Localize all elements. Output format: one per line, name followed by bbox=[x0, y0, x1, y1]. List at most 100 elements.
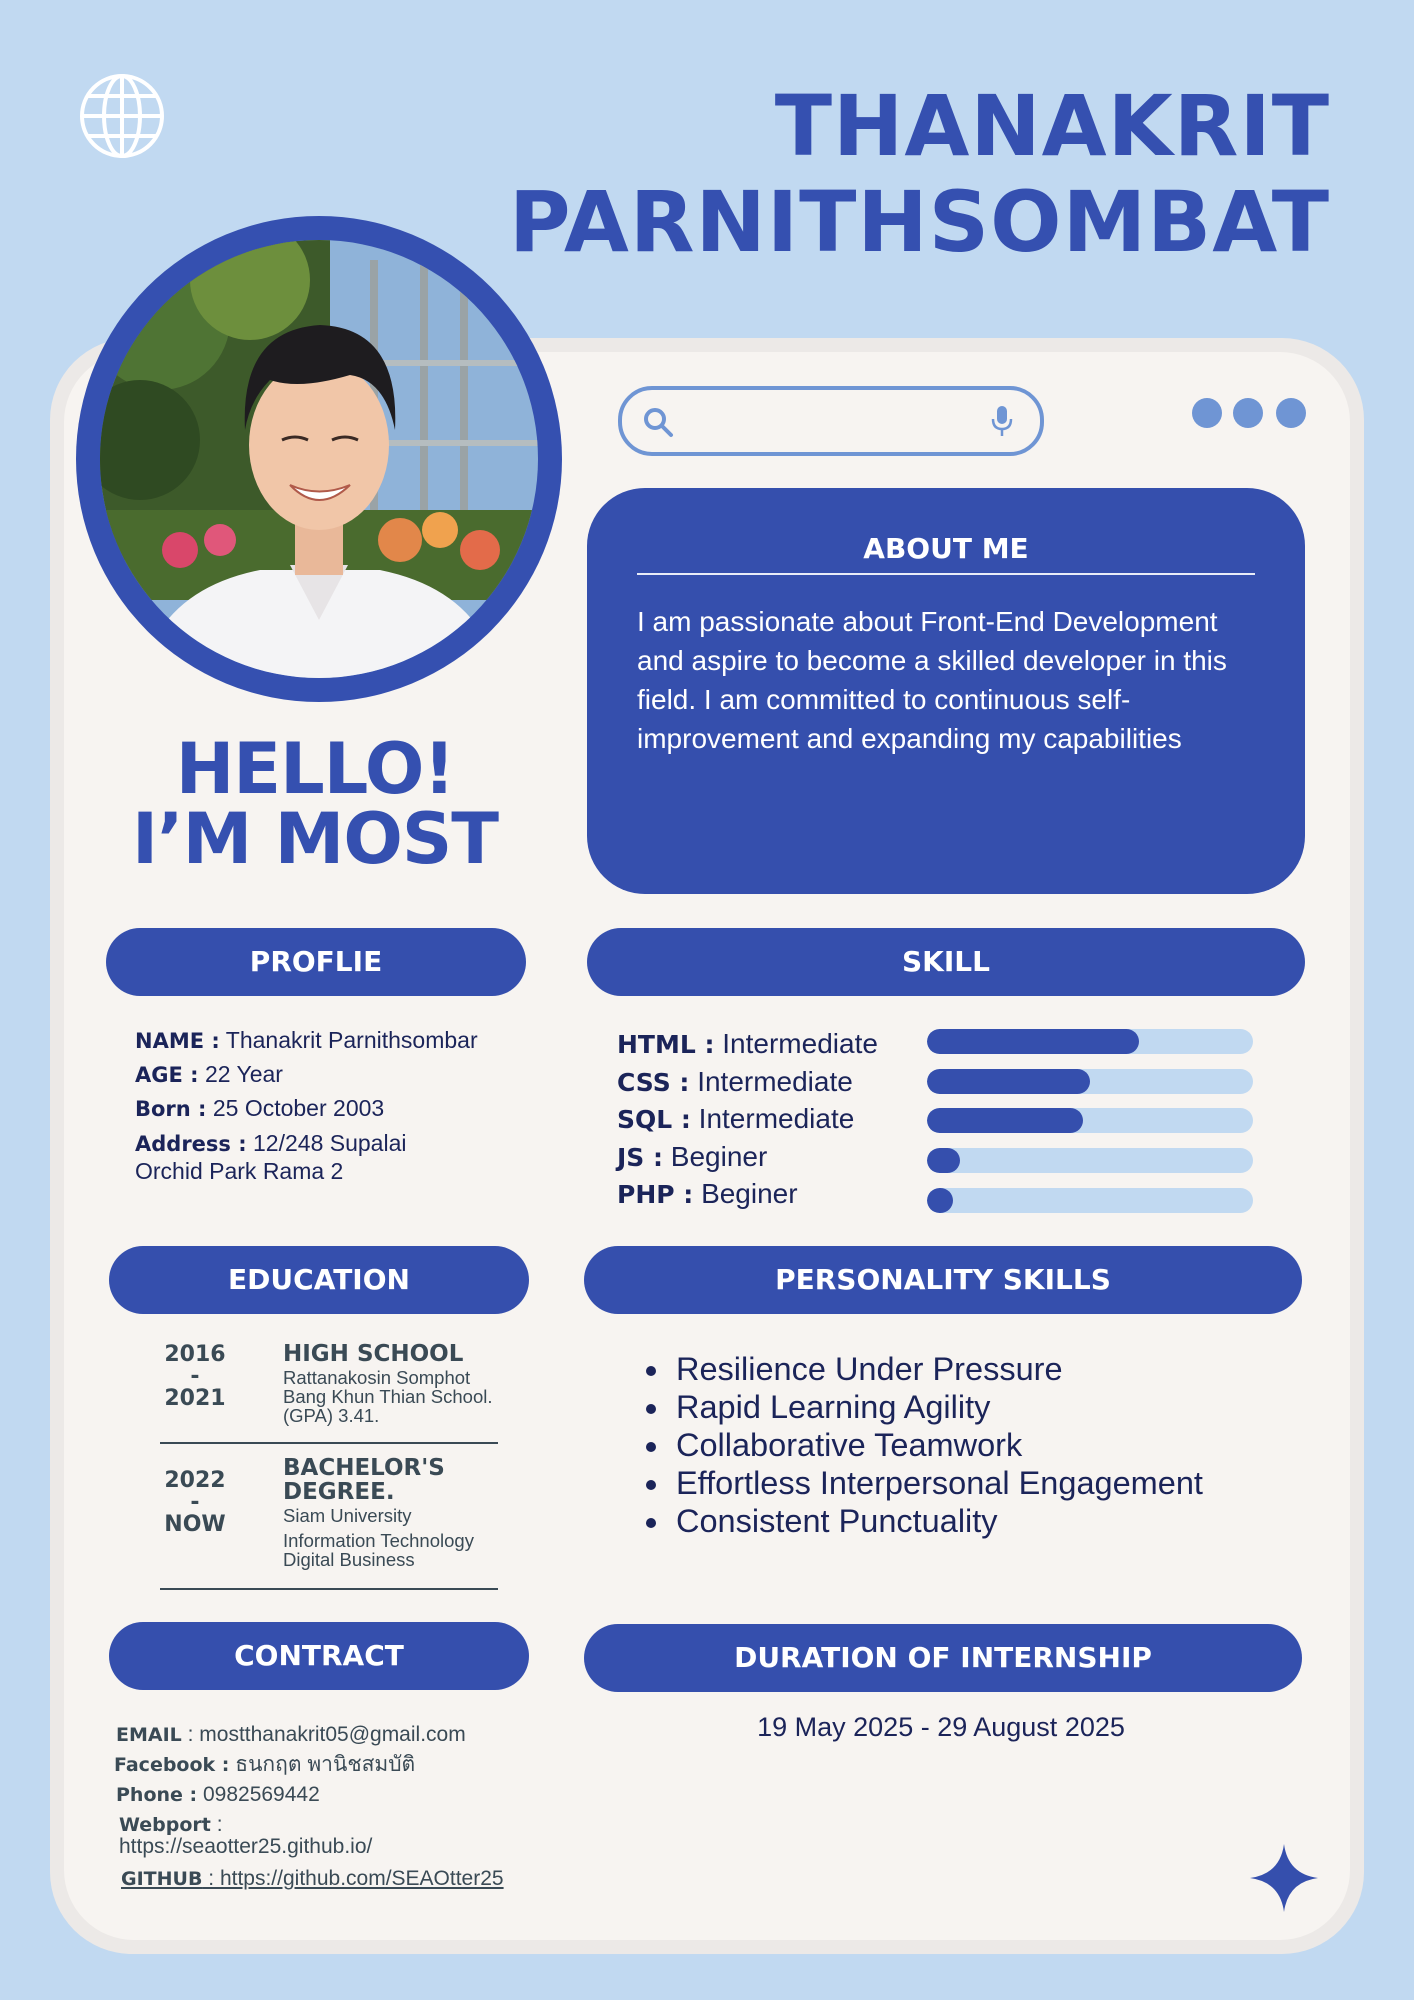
profile-photo-illustration bbox=[100, 240, 538, 678]
email-label: EMAIL bbox=[116, 1724, 182, 1746]
window-dot bbox=[1192, 398, 1222, 428]
contact-header: CONTRACT bbox=[109, 1622, 529, 1690]
skill-row: JS : Beginer bbox=[617, 1139, 878, 1177]
internship-dates: 19 May 2025 - 29 August 2025 bbox=[757, 1712, 1125, 1742]
edu-year-start: 2022 bbox=[164, 1468, 226, 1493]
personality-header: PERSONALITY SKILLS bbox=[584, 1246, 1302, 1314]
edu-year-end: NOW bbox=[164, 1512, 226, 1537]
search-input[interactable] bbox=[682, 400, 966, 442]
window-dot bbox=[1233, 398, 1263, 428]
phone-value[interactable]: 0982569442 bbox=[203, 1783, 320, 1806]
list-item: Collaborative Teamwork bbox=[672, 1426, 1203, 1464]
skill-bar-fill bbox=[927, 1029, 1139, 1054]
email-value[interactable]: : mostthanakrit05@gmail.com bbox=[182, 1723, 466, 1746]
skill-level: Intermediate bbox=[697, 1065, 853, 1097]
skill-row: CSS : Intermediate bbox=[617, 1064, 878, 1102]
edu-detail-line1: Siam University bbox=[283, 1505, 412, 1526]
education-header: EDUCATION bbox=[109, 1246, 529, 1314]
skill-bar bbox=[927, 1188, 1253, 1213]
profile-photo bbox=[100, 240, 538, 678]
edu-detail-line2: Information Technology bbox=[283, 1530, 474, 1551]
search-bar[interactable] bbox=[618, 386, 1044, 456]
profile-age-row: AGE : 22 Year bbox=[135, 1058, 478, 1092]
facebook-value[interactable]: ธนกฤต พานิชสมบัติ bbox=[235, 1753, 415, 1776]
skill-row: SQL : Intermediate bbox=[617, 1101, 878, 1139]
skill-bar-fill bbox=[927, 1188, 954, 1213]
name-last: PARNITHSOMBAT bbox=[508, 173, 1330, 271]
edu-year-start: 2016 bbox=[164, 1342, 226, 1367]
edu-detail-line2: Bang Khun Thian School. bbox=[283, 1386, 493, 1407]
edu-title-line2: DEGREE. bbox=[283, 1479, 395, 1505]
greeting-line2: I’M MOST bbox=[132, 798, 499, 880]
born-value: 25 October 2003 bbox=[212, 1095, 385, 1121]
name-value: Thanakrit Parnithsombar bbox=[225, 1027, 478, 1053]
name-label: NAME : bbox=[135, 1029, 220, 1053]
skill-bar-fill bbox=[927, 1069, 1090, 1094]
profile-name-row: NAME : Thanakrit Parnithsombar bbox=[135, 1024, 478, 1058]
edu-year-dash: - bbox=[190, 1364, 200, 1389]
age-label: AGE : bbox=[135, 1063, 199, 1087]
address-value-line1: 12/248 Supalai bbox=[253, 1130, 407, 1156]
edu-entry: HIGH SCHOOL Rattanakosin Somphot Bang Kh… bbox=[283, 1342, 543, 1425]
edu-entry: BACHELOR'S DEGREE. Siam University Infor… bbox=[283, 1456, 543, 1569]
skill-header: SKILL bbox=[587, 928, 1305, 996]
skill-bar bbox=[927, 1108, 1253, 1133]
greeting-line1: HELLO! bbox=[175, 728, 456, 810]
edu-years: 2022 - NOW bbox=[145, 1470, 245, 1536]
list-item: Consistent Punctuality bbox=[672, 1502, 1203, 1540]
internship-header: DURATION OF INTERNSHIP bbox=[584, 1624, 1302, 1692]
age-value: 22 Year bbox=[204, 1061, 283, 1087]
list-item: Rapid Learning Agility bbox=[672, 1388, 1203, 1426]
profile-info: NAME : Thanakrit Parnithsombar AGE : 22 … bbox=[135, 1024, 478, 1185]
skill-name: SQL : bbox=[617, 1105, 691, 1134]
skill-level: Beginer bbox=[670, 1140, 768, 1172]
edu-title: HIGH SCHOOL bbox=[283, 1341, 464, 1367]
github-label: GITHUB bbox=[121, 1868, 203, 1890]
list-item: Effortless Interpersonal Engagement bbox=[672, 1464, 1203, 1502]
edu-detail-line3: Digital Business bbox=[283, 1549, 415, 1570]
name-first: THANAKRIT bbox=[774, 77, 1330, 175]
edu-detail-line1: Rattanakosin Somphot bbox=[283, 1367, 471, 1388]
skill-name: CSS : bbox=[617, 1067, 690, 1097]
skill-bar-fill bbox=[927, 1108, 1084, 1133]
about-panel: ABOUT ME I am passionate about Front-End… bbox=[587, 488, 1305, 894]
profile-born-row: Born : 25 October 2003 bbox=[135, 1092, 478, 1126]
email-row: EMAIL : mostthanakrit05@gmail.com bbox=[116, 1720, 504, 1750]
list-item: Resilience Under Pressure bbox=[672, 1350, 1203, 1388]
skill-name: JS : bbox=[617, 1142, 664, 1172]
skill-bar bbox=[927, 1148, 1253, 1173]
sparkle-icon bbox=[1250, 1844, 1318, 1912]
edu-title-line1: BACHELOR'S bbox=[283, 1455, 445, 1481]
webport-label: Webport bbox=[119, 1814, 211, 1836]
born-label: Born : bbox=[135, 1097, 207, 1121]
skill-row: HTML : Intermediate bbox=[617, 1026, 878, 1064]
phone-row: Phone : 0982569442 bbox=[116, 1780, 504, 1810]
skill-level: Beginer bbox=[701, 1178, 798, 1209]
skill-bar bbox=[927, 1069, 1253, 1094]
github-link[interactable]: : https://github.com/SEAOtter25 bbox=[202, 1867, 503, 1890]
globe-icon bbox=[80, 74, 164, 158]
about-title: ABOUT ME bbox=[637, 532, 1255, 575]
name-heading: THANAKRIT PARNITHSOMBAT bbox=[509, 78, 1330, 270]
skill-name: HTML : bbox=[617, 1030, 715, 1059]
github-row[interactable]: GITHUB : https://github.com/SEAOtter25 bbox=[121, 1864, 504, 1894]
facebook-row: Facebook : ธนกฤต พานิชสมบัติ bbox=[114, 1750, 504, 1780]
webport-link[interactable]: https://seaotter25.github.io/ bbox=[119, 1835, 372, 1858]
address-label: Address : bbox=[135, 1132, 247, 1156]
skill-row: PHP : Beginer bbox=[617, 1176, 878, 1214]
divider bbox=[160, 1588, 498, 1590]
skill-level: Intermediate bbox=[722, 1028, 878, 1059]
edu-year-end: 2021 bbox=[164, 1386, 226, 1411]
phone-label: Phone : bbox=[116, 1784, 198, 1806]
skill-bar bbox=[927, 1029, 1253, 1054]
contact-info: EMAIL : mostthanakrit05@gmail.com Facebo… bbox=[114, 1720, 504, 1894]
skill-level: Intermediate bbox=[698, 1103, 855, 1134]
microphone-icon[interactable] bbox=[990, 404, 1014, 438]
skill-name: PHP : bbox=[617, 1180, 694, 1209]
edu-detail-line3: (GPA) 3.41. bbox=[283, 1405, 380, 1426]
search-icon[interactable] bbox=[642, 406, 674, 438]
personality-list: Resilience Under Pressure Rapid Learning… bbox=[636, 1350, 1203, 1540]
profile-header: PROFLIE bbox=[106, 928, 526, 996]
about-text: I am passionate about Front-End Developm… bbox=[637, 606, 1227, 754]
address-value-line2: Orchid Park Rama 2 bbox=[135, 1158, 344, 1184]
